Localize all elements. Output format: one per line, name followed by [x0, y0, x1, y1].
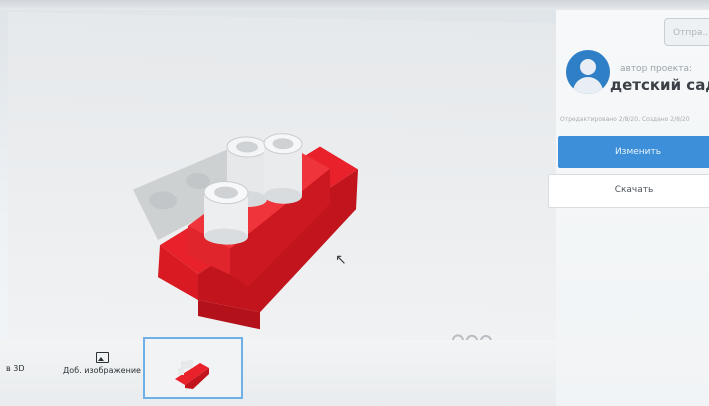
edit-button[interactable]: Изменить: [558, 136, 709, 168]
cylinder: [203, 181, 249, 245]
author-label: автор проекта:: [620, 64, 693, 74]
add-image-button[interactable]: Доб. изображение: [62, 352, 142, 375]
gallery-thumbnail[interactable]: [143, 337, 243, 399]
avatar-icon[interactable]: [566, 50, 610, 94]
monitor-bezel: [0, 0, 709, 10]
cursor-icon: ↖: [335, 251, 347, 269]
3d-model: [133, 133, 358, 330]
cylinder: [263, 133, 303, 204]
add-image-label: Доб. изображение: [63, 366, 141, 375]
image-icon: [95, 352, 109, 363]
author-name[interactable]: детский сад 10: [610, 76, 709, 94]
view-3d-tab[interactable]: в 3D: [6, 364, 25, 373]
project-panel: Отпра... автор проекта: детский сад 10 О…: [548, 10, 709, 406]
edit-info: Отредактировано 2/8/20, Создано 2/8/20: [560, 116, 690, 123]
download-button[interactable]: Скачать: [548, 174, 709, 208]
3d-viewport[interactable]: ↖: [8, 12, 556, 356]
top-tab[interactable]: Отпра...: [664, 18, 709, 46]
